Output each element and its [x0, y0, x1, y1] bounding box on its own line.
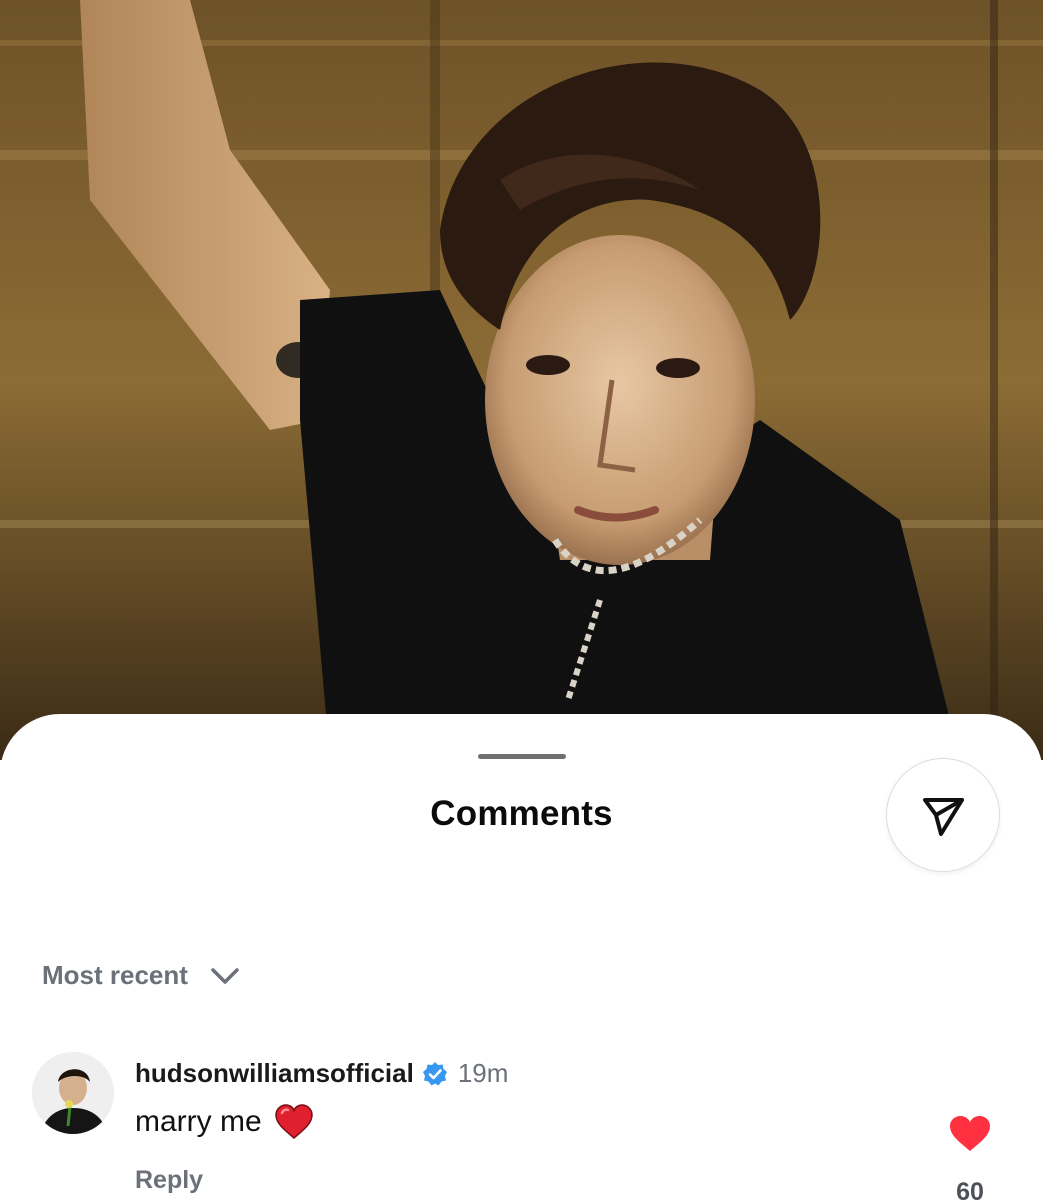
heart-filled-icon — [950, 1116, 990, 1151]
comment-username[interactable]: hudsonwilliamsofficial — [135, 1058, 414, 1089]
comments-screen: Comments Most recent hudsonwilliamsoffic… — [0, 0, 1043, 1200]
send-icon — [923, 798, 964, 836]
comment-header: hudsonwilliamsofficial 19m — [135, 1058, 508, 1089]
photo-illustration — [0, 0, 1043, 760]
chevron-down-icon — [211, 967, 239, 984]
red-heart-icon — [274, 1104, 313, 1139]
comment-body: marry me — [135, 1104, 314, 1140]
comment-item: hudsonwilliamsofficial 19m marry me Repl… — [32, 1052, 1012, 1200]
comment-timestamp: 19m — [457, 1058, 509, 1088]
like-count: 60 — [956, 1178, 984, 1200]
verified-badge-icon — [422, 1061, 447, 1085]
sheet-grabber[interactable] — [478, 754, 566, 759]
reply-button[interactable]: Reply — [135, 1166, 203, 1195]
like-button[interactable] — [946, 1114, 994, 1159]
avatar[interactable] — [32, 1052, 114, 1134]
share-button[interactable] — [886, 758, 1000, 872]
sort-label: Most recent — [42, 960, 188, 990]
comments-sheet: Comments Most recent hudsonwilliamsoffic… — [0, 714, 1043, 1200]
sort-selector[interactable]: Most recent — [42, 960, 240, 991]
post-photo — [0, 0, 1043, 760]
avatar-image — [32, 1052, 114, 1134]
comment-text: marry me — [135, 1105, 262, 1138]
